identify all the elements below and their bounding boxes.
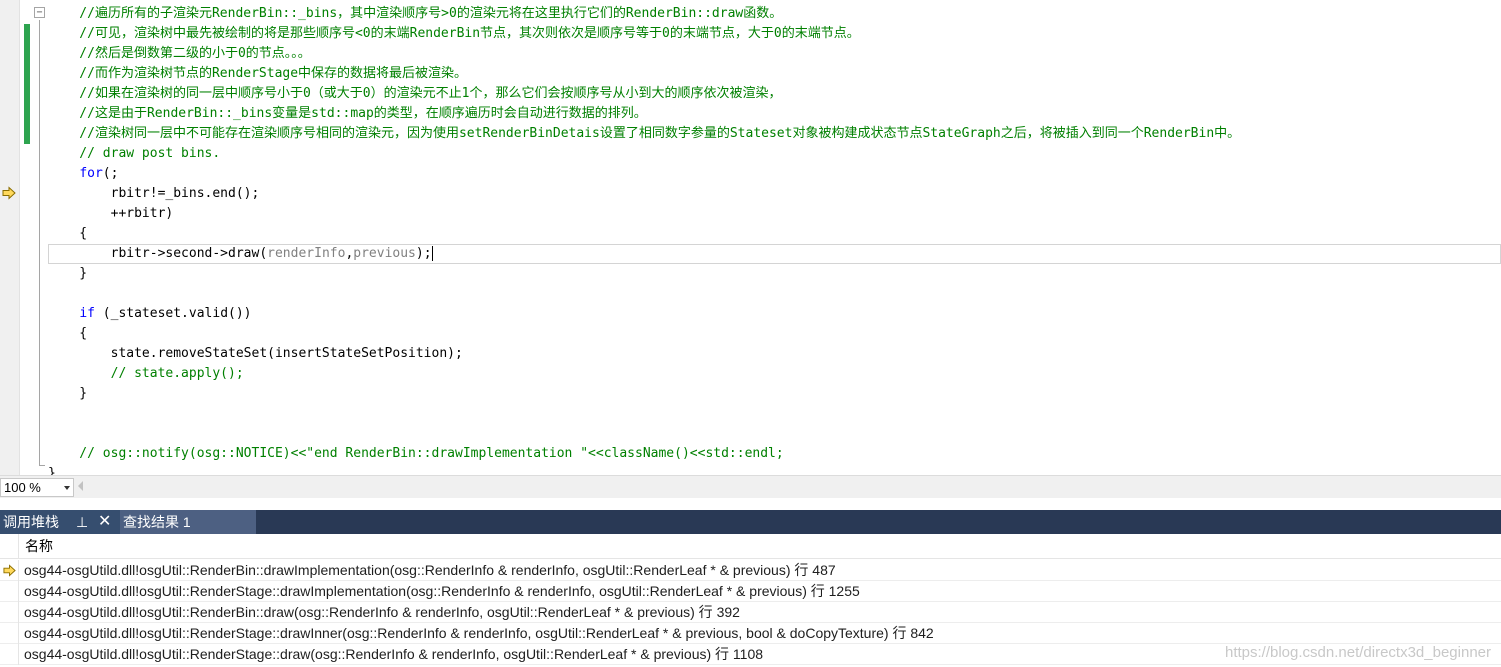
code-line[interactable]: ++rbitr) bbox=[48, 204, 1501, 224]
code-editor[interactable]: − //遍历所有的子渲染元RenderBin::_bins，其中渲染顺序号>0的… bbox=[0, 0, 1501, 475]
code-line[interactable]: if (_stateset.valid()) bbox=[48, 304, 1501, 324]
code-token: //可见，渲染树中最先被绘制的将是那些顺序号<0的末端RenderBin节点，其… bbox=[48, 26, 860, 41]
code-token: // draw post bins. bbox=[48, 146, 221, 161]
code-token: } bbox=[48, 386, 88, 401]
collapse-icon[interactable]: − bbox=[34, 7, 45, 18]
row-gutter bbox=[0, 581, 19, 602]
code-line[interactable]: for(; bbox=[48, 164, 1501, 184]
code-token: // osg::notify(osg::NOTICE)<<"end Render… bbox=[48, 446, 784, 461]
close-icon[interactable]: ✕ bbox=[98, 510, 111, 534]
code-line[interactable]: } bbox=[48, 264, 1501, 284]
call-stack-row[interactable]: osg44-osgUtild.dll!osgUtil::RenderBin::d… bbox=[0, 560, 1501, 581]
call-stack-row[interactable]: osg44-osgUtild.dll!osgUtil::RenderBin::d… bbox=[0, 602, 1501, 623]
column-header-name[interactable]: 名称 bbox=[25, 534, 53, 559]
code-line[interactable]: //如果在渲染树的同一层中顺序号小于0（或大于0）的渲染元不止1个，那么它们会按… bbox=[48, 84, 1501, 104]
call-stack-frame: osg44-osgUtild.dll!osgUtil::RenderBin::d… bbox=[24, 562, 836, 578]
code-line[interactable]: rbitr->second->draw(renderInfo,previous)… bbox=[48, 244, 1501, 264]
code-line[interactable]: } bbox=[48, 384, 1501, 404]
tab-find-results[interactable]: 查找结果 1 bbox=[120, 510, 256, 534]
outline-guide bbox=[39, 20, 40, 466]
code-line[interactable]: // osg::notify(osg::NOTICE)<<"end Render… bbox=[48, 444, 1501, 464]
code-token: previous bbox=[353, 246, 416, 261]
text-caret bbox=[431, 246, 433, 261]
code-line[interactable]: // state.apply(); bbox=[48, 364, 1501, 384]
code-token: //而作为渲染树节点的RenderStage中保存的数据将最后被渲染。 bbox=[48, 66, 468, 81]
call-stack-row[interactable]: osg44-osgUtild.dll!osgUtil::RenderStage:… bbox=[0, 581, 1501, 602]
tab-call-stack-label: 调用堆栈 bbox=[3, 514, 59, 530]
code-token: } bbox=[48, 466, 56, 475]
header-gutter bbox=[0, 534, 19, 559]
call-stack-frame: osg44-osgUtild.dll!osgUtil::RenderStage:… bbox=[24, 646, 764, 662]
tab-call-stack[interactable]: 调用堆栈 ⊥ ✕ bbox=[0, 510, 120, 534]
chevron-down-icon[interactable] bbox=[64, 486, 70, 490]
code-token: //渲染树同一层中不可能存在渲染顺序号相同的渲染元，因为使用setRenderB… bbox=[48, 126, 1241, 141]
call-stack-frame: osg44-osgUtild.dll!osgUtil::RenderStage:… bbox=[24, 583, 860, 599]
code-line[interactable]: state.removeStateSet(insertStateSetPosit… bbox=[48, 344, 1501, 364]
change-tracking-bar bbox=[24, 24, 30, 144]
zoom-value: 100 % bbox=[4, 480, 41, 495]
call-stack-frame: osg44-osgUtild.dll!osgUtil::RenderBin::d… bbox=[24, 604, 740, 620]
code-line[interactable]: //而作为渲染树节点的RenderStage中保存的数据将最后被渲染。 bbox=[48, 64, 1501, 84]
code-line[interactable]: //渲染树同一层中不可能存在渲染顺序号相同的渲染元，因为使用setRenderB… bbox=[48, 124, 1501, 144]
tool-window-tabs: 调用堆栈 ⊥ ✕ 查找结果 1 bbox=[0, 498, 1501, 534]
code-token: rbitr->second->draw( bbox=[48, 246, 268, 261]
editor-zoom-bar: 100 % bbox=[0, 475, 1501, 498]
code-line[interactable]: // draw post bins. bbox=[48, 144, 1501, 164]
code-line[interactable]: //遍历所有的子渲染元RenderBin::_bins，其中渲染顺序号>0的渲染… bbox=[48, 4, 1501, 24]
code-token: (; bbox=[102, 166, 119, 181]
code-token: state.removeStateSet(insertStateSetPosit… bbox=[48, 346, 463, 361]
code-token: for bbox=[79, 166, 103, 181]
code-token: { bbox=[48, 226, 88, 241]
code-line[interactable] bbox=[48, 424, 1501, 444]
scroll-left-icon[interactable] bbox=[78, 481, 83, 491]
current-statement-arrow-icon bbox=[2, 186, 16, 200]
code-line[interactable]: //这是由于RenderBin::_bins变量是std::map的类型，在顺序… bbox=[48, 104, 1501, 124]
call-stack-frame: osg44-osgUtild.dll!osgUtil::RenderStage:… bbox=[24, 625, 934, 641]
code-token: } bbox=[48, 266, 88, 281]
code-token: (_stateset.valid()) bbox=[94, 306, 252, 321]
code-line[interactable]: } bbox=[48, 464, 1501, 475]
code-line[interactable]: { bbox=[48, 224, 1501, 244]
pin-icon[interactable]: ⊥ bbox=[76, 510, 88, 534]
row-gutter bbox=[0, 602, 19, 623]
code-token: //这是由于RenderBin::_bins变量是std::map的类型，在顺序… bbox=[48, 106, 647, 121]
tab-find-results-label: 查找结果 1 bbox=[123, 514, 191, 530]
row-gutter bbox=[0, 644, 19, 665]
call-stack-panel: 名称 osg44-osgUtild.dll!osgUtil::RenderBin… bbox=[0, 534, 1501, 667]
code-line[interactable]: //然后是倒数第二级的小于0的节点。。。 bbox=[48, 44, 1501, 64]
code-token: { bbox=[48, 326, 88, 341]
outline-guide-end bbox=[39, 465, 45, 466]
code-token: renderInfo bbox=[267, 246, 346, 261]
call-stack-header: 名称 bbox=[0, 534, 1501, 559]
call-stack-row[interactable]: osg44-osgUtild.dll!osgUtil::RenderStage:… bbox=[0, 623, 1501, 644]
code-line[interactable]: //可见，渲染树中最先被绘制的将是那些顺序号<0的末端RenderBin节点，其… bbox=[48, 24, 1501, 44]
code-token: //然后是倒数第二级的小于0的节点。。。 bbox=[48, 46, 311, 61]
code-token: ++rbitr) bbox=[48, 206, 174, 221]
code-line[interactable]: { bbox=[48, 324, 1501, 344]
code-token: // state.apply(); bbox=[48, 366, 244, 381]
code-token: rbitr!=_bins.end(); bbox=[48, 186, 260, 201]
zoom-dropdown[interactable]: 100 % bbox=[0, 478, 74, 497]
watermark: https://blog.csdn.net/directx3d_beginner bbox=[1224, 644, 1491, 661]
code-token: ); bbox=[415, 246, 432, 261]
code-token: //遍历所有的子渲染元RenderBin::_bins，其中渲染顺序号>0的渲染… bbox=[48, 6, 783, 21]
code-line[interactable] bbox=[48, 284, 1501, 304]
tool-tab-strip: 调用堆栈 ⊥ ✕ 查找结果 1 bbox=[0, 510, 1501, 534]
code-lines[interactable]: //遍历所有的子渲染元RenderBin::_bins，其中渲染顺序号>0的渲染… bbox=[48, 4, 1501, 475]
code-line[interactable]: rbitr!=_bins.end(); bbox=[48, 184, 1501, 204]
current-frame-arrow-icon bbox=[3, 564, 16, 577]
code-token: if bbox=[79, 306, 95, 321]
indicator-margin[interactable] bbox=[0, 0, 20, 475]
code-token: //如果在渲染树的同一层中顺序号小于0（或大于0）的渲染元不止1个，那么它们会按… bbox=[48, 86, 782, 101]
code-line[interactable] bbox=[48, 404, 1501, 424]
row-gutter bbox=[0, 623, 19, 644]
